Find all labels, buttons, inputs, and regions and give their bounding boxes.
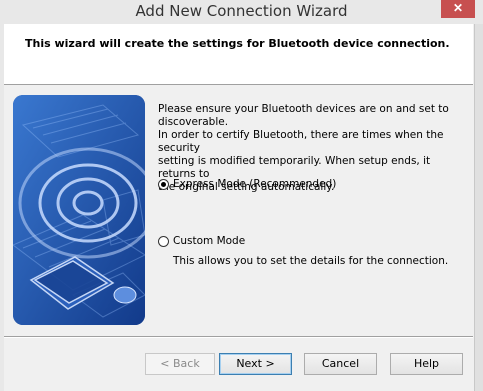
bluetooth-illustration-art [13, 95, 145, 325]
window-right-border [474, 24, 483, 391]
express-mode-option[interactable]: Express Mode (Recommended) [158, 178, 336, 190]
custom-mode-description: This allows you to set the details for t… [173, 255, 449, 267]
custom-mode-radio[interactable] [158, 235, 169, 247]
express-mode-label: Express Mode (Recommended) [173, 178, 337, 190]
close-button[interactable]: ✕ [441, 0, 475, 18]
back-button[interactable]: < Back [145, 353, 215, 375]
custom-mode-label: Custom Mode [173, 235, 246, 247]
description-line: discoverable. [158, 116, 229, 128]
header-text: This wizard will create the settings for… [25, 37, 450, 50]
custom-mode-option[interactable]: Custom Mode [158, 235, 245, 247]
help-button[interactable]: Help [390, 353, 463, 375]
wizard-window: Add New Connection Wizard ✕ This wizard … [0, 0, 483, 391]
footer-separator [4, 336, 473, 338]
next-button[interactable]: Next > [219, 353, 292, 375]
title-bar[interactable]: Add New Connection Wizard ✕ [0, 0, 483, 24]
cancel-button[interactable]: Cancel [304, 353, 377, 375]
window-title: Add New Connection Wizard [135, 2, 348, 20]
close-icon: ✕ [452, 1, 464, 15]
express-mode-radio[interactable] [158, 178, 169, 190]
description-line: Please ensure your Bluetooth devices are… [158, 103, 449, 115]
wizard-header: This wizard will create the settings for… [4, 24, 473, 85]
bluetooth-illustration [13, 95, 145, 325]
description-line: In order to certify Bluetooth, there are… [158, 129, 444, 154]
